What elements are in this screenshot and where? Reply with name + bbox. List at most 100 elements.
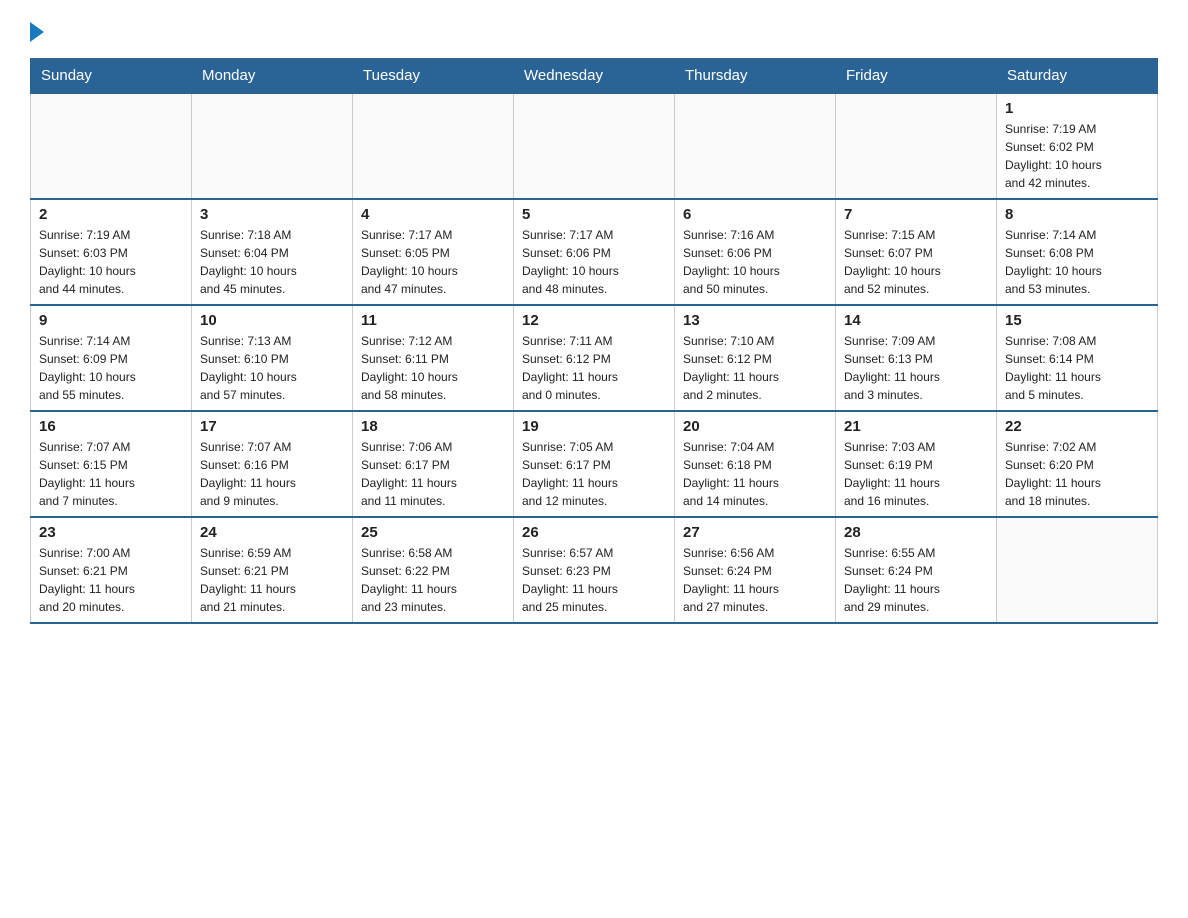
calendar-cell: 18 Sunrise: 7:06 AM Sunset: 6:17 PM Dayli…: [353, 411, 514, 517]
calendar-cell: 3 Sunrise: 7:18 AM Sunset: 6:04 PM Daylig…: [192, 199, 353, 305]
day-number: 8: [1005, 206, 1149, 223]
calendar-cell: 28 Sunrise: 6:55 AM Sunset: 6:24 PM Dayli…: [836, 517, 997, 623]
calendar-cell: 2 Sunrise: 7:19 AM Sunset: 6:03 PM Daylig…: [31, 199, 192, 305]
day-info: Sunrise: 7:13 AM Sunset: 6:10 PM Dayligh…: [200, 332, 344, 404]
calendar-cell: 12Sunrise: 7:11 AM Sunset: 6:12 PM Dayli…: [514, 305, 675, 411]
calendar-cell: 26Sunrise: 6:57 AM Sunset: 6:23 PM Dayli…: [514, 517, 675, 623]
day-info: Sunrise: 7:07 AM Sunset: 6:15 PM Dayligh…: [39, 438, 183, 510]
calendar-cell: [675, 93, 836, 199]
calendar-cell: 21 Sunrise: 7:03 AM Sunset: 6:19 PM Dayli…: [836, 411, 997, 517]
day-info: Sunrise: 6:57 AM Sunset: 6:23 PM Dayligh…: [522, 544, 666, 616]
day-info: Sunrise: 7:16 AM Sunset: 6:06 PM Dayligh…: [683, 226, 827, 298]
day-info: Sunrise: 7:00 AM Sunset: 6:21 PM Dayligh…: [39, 544, 183, 616]
calendar-cell: [997, 517, 1158, 623]
day-info: Sunrise: 6:59 AM Sunset: 6:21 PM Dayligh…: [200, 544, 344, 616]
calendar-cell: 19 Sunrise: 7:05 AM Sunset: 6:17 PM Dayli…: [514, 411, 675, 517]
day-number: 19: [522, 418, 666, 435]
day-number: 25: [361, 524, 505, 541]
day-info: Sunrise: 7:18 AM Sunset: 6:04 PM Dayligh…: [200, 226, 344, 298]
calendar-cell: 14 Sunrise: 7:09 AM Sunset: 6:13 PM Dayli…: [836, 305, 997, 411]
day-number: 22: [1005, 418, 1149, 435]
calendar-cell: 20 Sunrise: 7:04 AM Sunset: 6:18 PM Dayli…: [675, 411, 836, 517]
day-info: Sunrise: 7:03 AM Sunset: 6:19 PM Dayligh…: [844, 438, 988, 510]
calendar-cell: 22 Sunrise: 7:02 AM Sunset: 6:20 PM Dayli…: [997, 411, 1158, 517]
day-info: Sunrise: 7:08 AM Sunset: 6:14 PM Dayligh…: [1005, 332, 1149, 404]
calendar-cell: 6 Sunrise: 7:16 AM Sunset: 6:06 PM Daylig…: [675, 199, 836, 305]
calendar-week-row: 1 Sunrise: 7:19 AM Sunset: 6:02 PM Daylig…: [31, 93, 1158, 199]
day-number: 13: [683, 312, 827, 329]
day-info: Sunrise: 6:58 AM Sunset: 6:22 PM Dayligh…: [361, 544, 505, 616]
calendar-cell: 5 Sunrise: 7:17 AM Sunset: 6:06 PM Daylig…: [514, 199, 675, 305]
day-info: Sunrise: 7:06 AM Sunset: 6:17 PM Dayligh…: [361, 438, 505, 510]
calendar-cell: 4 Sunrise: 7:17 AM Sunset: 6:05 PM Daylig…: [353, 199, 514, 305]
day-number: 20: [683, 418, 827, 435]
calendar-cell: 11 Sunrise: 7:12 AM Sunset: 6:11 PM Dayli…: [353, 305, 514, 411]
weekday-header: Sunday: [31, 59, 192, 94]
calendar-week-row: 9 Sunrise: 7:14 AM Sunset: 6:09 PM Daylig…: [31, 305, 1158, 411]
day-number: 4: [361, 206, 505, 223]
weekday-header: Saturday: [997, 59, 1158, 94]
calendar-cell: 23 Sunrise: 7:00 AM Sunset: 6:21 PM Dayli…: [31, 517, 192, 623]
day-info: Sunrise: 7:19 AM Sunset: 6:02 PM Dayligh…: [1005, 120, 1149, 192]
day-number: 1: [1005, 100, 1149, 117]
day-info: Sunrise: 7:15 AM Sunset: 6:07 PM Dayligh…: [844, 226, 988, 298]
calendar-cell: [353, 93, 514, 199]
day-info: Sunrise: 7:02 AM Sunset: 6:20 PM Dayligh…: [1005, 438, 1149, 510]
day-info: Sunrise: 7:14 AM Sunset: 6:08 PM Dayligh…: [1005, 226, 1149, 298]
calendar-week-row: 2 Sunrise: 7:19 AM Sunset: 6:03 PM Daylig…: [31, 199, 1158, 305]
calendar-cell: 10 Sunrise: 7:13 AM Sunset: 6:10 PM Dayli…: [192, 305, 353, 411]
day-info: Sunrise: 7:12 AM Sunset: 6:11 PM Dayligh…: [361, 332, 505, 404]
day-info: Sunrise: 7:07 AM Sunset: 6:16 PM Dayligh…: [200, 438, 344, 510]
day-info: Sunrise: 7:19 AM Sunset: 6:03 PM Dayligh…: [39, 226, 183, 298]
logo-arrow-icon: [30, 22, 44, 42]
calendar-cell: 13 Sunrise: 7:10 AM Sunset: 6:12 PM Dayli…: [675, 305, 836, 411]
calendar-table: SundayMondayTuesdayWednesdayThursdayFrid…: [30, 58, 1158, 624]
calendar-cell: 24 Sunrise: 6:59 AM Sunset: 6:21 PM Dayli…: [192, 517, 353, 623]
calendar-cell: 8 Sunrise: 7:14 AM Sunset: 6:08 PM Daylig…: [997, 199, 1158, 305]
day-number: 10: [200, 312, 344, 329]
weekday-header: Tuesday: [353, 59, 514, 94]
calendar-cell: 16 Sunrise: 7:07 AM Sunset: 6:15 PM Dayli…: [31, 411, 192, 517]
calendar-cell: 1 Sunrise: 7:19 AM Sunset: 6:02 PM Daylig…: [997, 93, 1158, 199]
calendar-cell: 27Sunrise: 6:56 AM Sunset: 6:24 PM Dayli…: [675, 517, 836, 623]
day-number: 2: [39, 206, 183, 223]
day-number: 12: [522, 312, 666, 329]
day-info: Sunrise: 7:17 AM Sunset: 6:05 PM Dayligh…: [361, 226, 505, 298]
weekday-header: Monday: [192, 59, 353, 94]
calendar-cell: [192, 93, 353, 199]
day-number: 23: [39, 524, 183, 541]
day-number: 18: [361, 418, 505, 435]
day-number: 14: [844, 312, 988, 329]
calendar-week-row: 16 Sunrise: 7:07 AM Sunset: 6:15 PM Dayli…: [31, 411, 1158, 517]
day-number: 5: [522, 206, 666, 223]
day-info: Sunrise: 7:14 AM Sunset: 6:09 PM Dayligh…: [39, 332, 183, 404]
calendar-cell: [31, 93, 192, 199]
day-info: Sunrise: 7:10 AM Sunset: 6:12 PM Dayligh…: [683, 332, 827, 404]
day-info: Sunrise: 7:04 AM Sunset: 6:18 PM Dayligh…: [683, 438, 827, 510]
calendar-cell: 7Sunrise: 7:15 AM Sunset: 6:07 PM Daylig…: [836, 199, 997, 305]
day-number: 6: [683, 206, 827, 223]
day-info: Sunrise: 7:05 AM Sunset: 6:17 PM Dayligh…: [522, 438, 666, 510]
day-info: Sunrise: 7:09 AM Sunset: 6:13 PM Dayligh…: [844, 332, 988, 404]
weekday-header: Friday: [836, 59, 997, 94]
calendar-cell: 17Sunrise: 7:07 AM Sunset: 6:16 PM Dayli…: [192, 411, 353, 517]
calendar-cell: 25 Sunrise: 6:58 AM Sunset: 6:22 PM Dayli…: [353, 517, 514, 623]
calendar-cell: [514, 93, 675, 199]
day-number: 28: [844, 524, 988, 541]
day-number: 24: [200, 524, 344, 541]
day-number: 16: [39, 418, 183, 435]
weekday-header: Wednesday: [514, 59, 675, 94]
day-number: 15: [1005, 312, 1149, 329]
day-number: 3: [200, 206, 344, 223]
day-number: 27: [683, 524, 827, 541]
day-number: 21: [844, 418, 988, 435]
day-info: Sunrise: 6:55 AM Sunset: 6:24 PM Dayligh…: [844, 544, 988, 616]
logo: [30, 20, 44, 42]
day-number: 9: [39, 312, 183, 329]
calendar-cell: [836, 93, 997, 199]
calendar-header-row: SundayMondayTuesdayWednesdayThursdayFrid…: [31, 59, 1158, 94]
weekday-header: Thursday: [675, 59, 836, 94]
day-info: Sunrise: 7:17 AM Sunset: 6:06 PM Dayligh…: [522, 226, 666, 298]
day-number: 11: [361, 312, 505, 329]
page-header: [30, 20, 1158, 42]
